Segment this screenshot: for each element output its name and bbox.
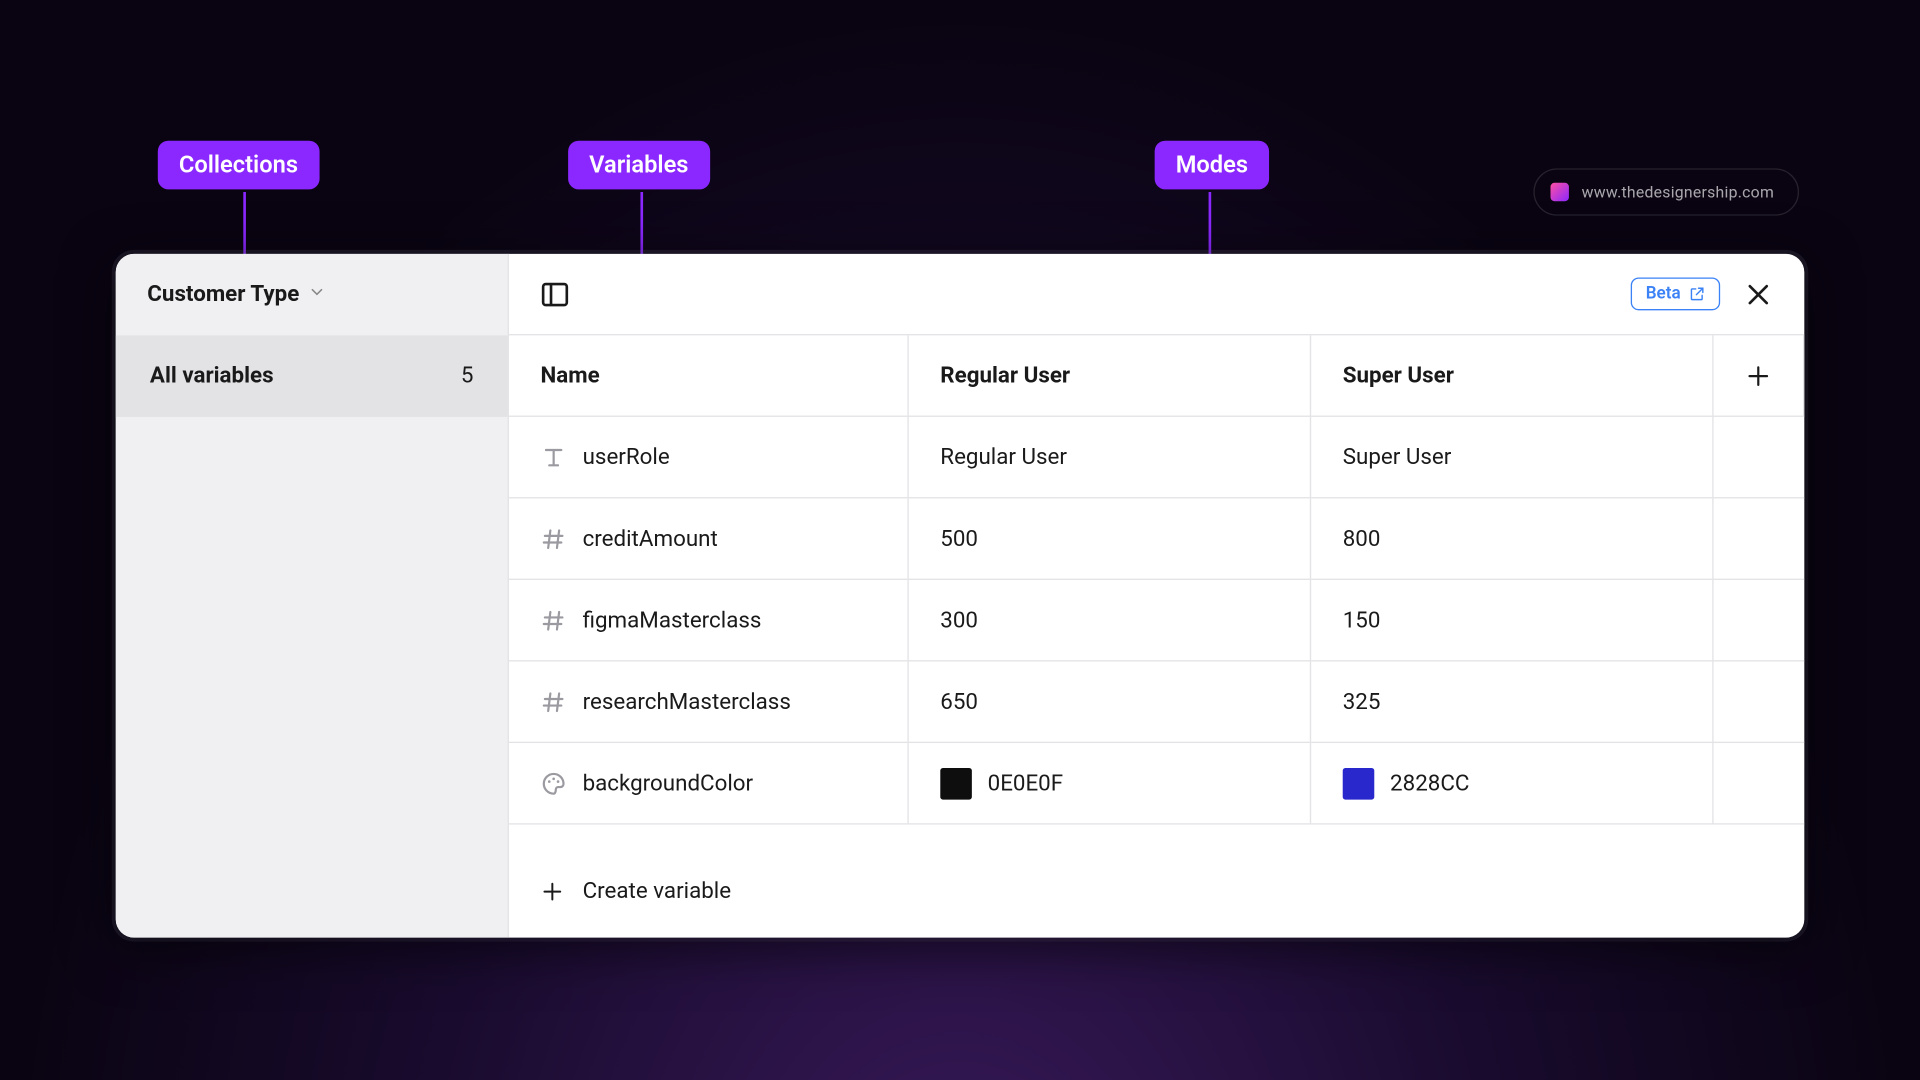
sidebar-item-count: 5: [461, 363, 474, 389]
close-button[interactable]: [1739, 274, 1778, 313]
table-spacer: [509, 825, 1804, 851]
empty-cell: [1714, 743, 1805, 825]
variable-value: 650: [940, 688, 978, 714]
annotation-collections: Collections: [158, 141, 319, 190]
variable-value: 150: [1343, 607, 1381, 633]
variable-value: 2828CC: [1390, 770, 1469, 796]
variable-value-cell[interactable]: 150: [1311, 580, 1713, 662]
column-header-mode1[interactable]: Regular User: [909, 335, 1311, 417]
collection-name: Customer Type: [147, 281, 299, 307]
variable-value: 300: [940, 607, 978, 633]
text-type-icon: [541, 444, 567, 470]
variable-value-cell[interactable]: Super User: [1311, 417, 1713, 499]
create-variable-label: Create variable: [583, 878, 732, 904]
designership-logo-icon: [1550, 183, 1568, 201]
variable-value-cell[interactable]: Regular User: [909, 417, 1311, 499]
number-type-icon: [541, 607, 567, 633]
add-mode-button[interactable]: [1714, 335, 1805, 417]
plus-icon: [1745, 362, 1771, 388]
beta-label: Beta: [1646, 284, 1681, 304]
variable-value-cell[interactable]: 2828CC: [1311, 743, 1713, 825]
variable-name-cell[interactable]: backgroundColor: [509, 743, 909, 825]
variable-value-cell[interactable]: 325: [1311, 661, 1713, 743]
variable-name: backgroundColor: [583, 770, 754, 796]
variable-name: creditAmount: [583, 525, 718, 551]
color-type-icon: [541, 770, 567, 796]
variable-name-cell[interactable]: userRole: [509, 417, 909, 499]
close-icon: [1744, 279, 1773, 308]
external-link-icon: [1689, 285, 1706, 302]
watermark-text: www.thedesignership.com: [1582, 183, 1774, 201]
watermark: www.thedesignership.com: [1533, 168, 1799, 215]
variable-value-cell[interactable]: 0E0E0F: [909, 743, 1311, 825]
color-swatch: [1343, 767, 1375, 799]
sidebar-item-all-variables[interactable]: All variables 5: [116, 335, 508, 417]
variables-main: Beta Name Regular User Super User userRo…: [509, 254, 1804, 938]
plus-icon: [541, 880, 565, 904]
variables-panel: Customer Type All variables 5: [116, 254, 1805, 938]
toggle-sidebar-icon[interactable]: [535, 274, 574, 313]
column-header-name: Name: [509, 335, 909, 417]
variable-name-cell[interactable]: figmaMasterclass: [509, 580, 909, 662]
variable-name-cell[interactable]: creditAmount: [509, 498, 909, 580]
annotation-modes: Modes: [1155, 141, 1269, 190]
color-swatch: [940, 767, 972, 799]
number-type-icon: [541, 688, 567, 714]
variable-value: 325: [1343, 688, 1381, 714]
panel-topbar: Beta: [509, 254, 1804, 336]
variable-value-cell[interactable]: 300: [909, 580, 1311, 662]
beta-badge[interactable]: Beta: [1631, 277, 1720, 310]
variable-name: userRole: [583, 444, 670, 470]
number-type-icon: [541, 525, 567, 551]
variable-name: figmaMasterclass: [583, 607, 762, 633]
variable-value: Super User: [1343, 444, 1452, 470]
empty-cell: [1714, 498, 1805, 580]
variable-value-cell[interactable]: 800: [1311, 498, 1713, 580]
variable-value: Regular User: [940, 444, 1067, 470]
variable-value: 0E0E0F: [988, 770, 1063, 796]
collection-dropdown[interactable]: Customer Type: [116, 254, 508, 336]
empty-cell: [1714, 661, 1805, 743]
create-variable-button[interactable]: Create variable: [509, 851, 1804, 933]
variables-table: Name Regular User Super User userRole Reg…: [509, 335, 1804, 851]
sidebar-item-label: All variables: [150, 363, 274, 389]
variable-value: 800: [1343, 525, 1381, 551]
empty-cell: [1714, 580, 1805, 662]
column-header-mode2[interactable]: Super User: [1311, 335, 1713, 417]
variable-value-cell[interactable]: 650: [909, 661, 1311, 743]
empty-cell: [1714, 417, 1805, 499]
variable-value-cell[interactable]: 500: [909, 498, 1311, 580]
chevron-down-icon: [307, 281, 325, 307]
annotation-variables: Variables: [568, 141, 709, 190]
variable-name: researchMasterclass: [583, 688, 791, 714]
variable-name-cell[interactable]: researchMasterclass: [509, 661, 909, 743]
variable-value: 500: [940, 525, 978, 551]
sidebar: Customer Type All variables 5: [116, 254, 509, 938]
